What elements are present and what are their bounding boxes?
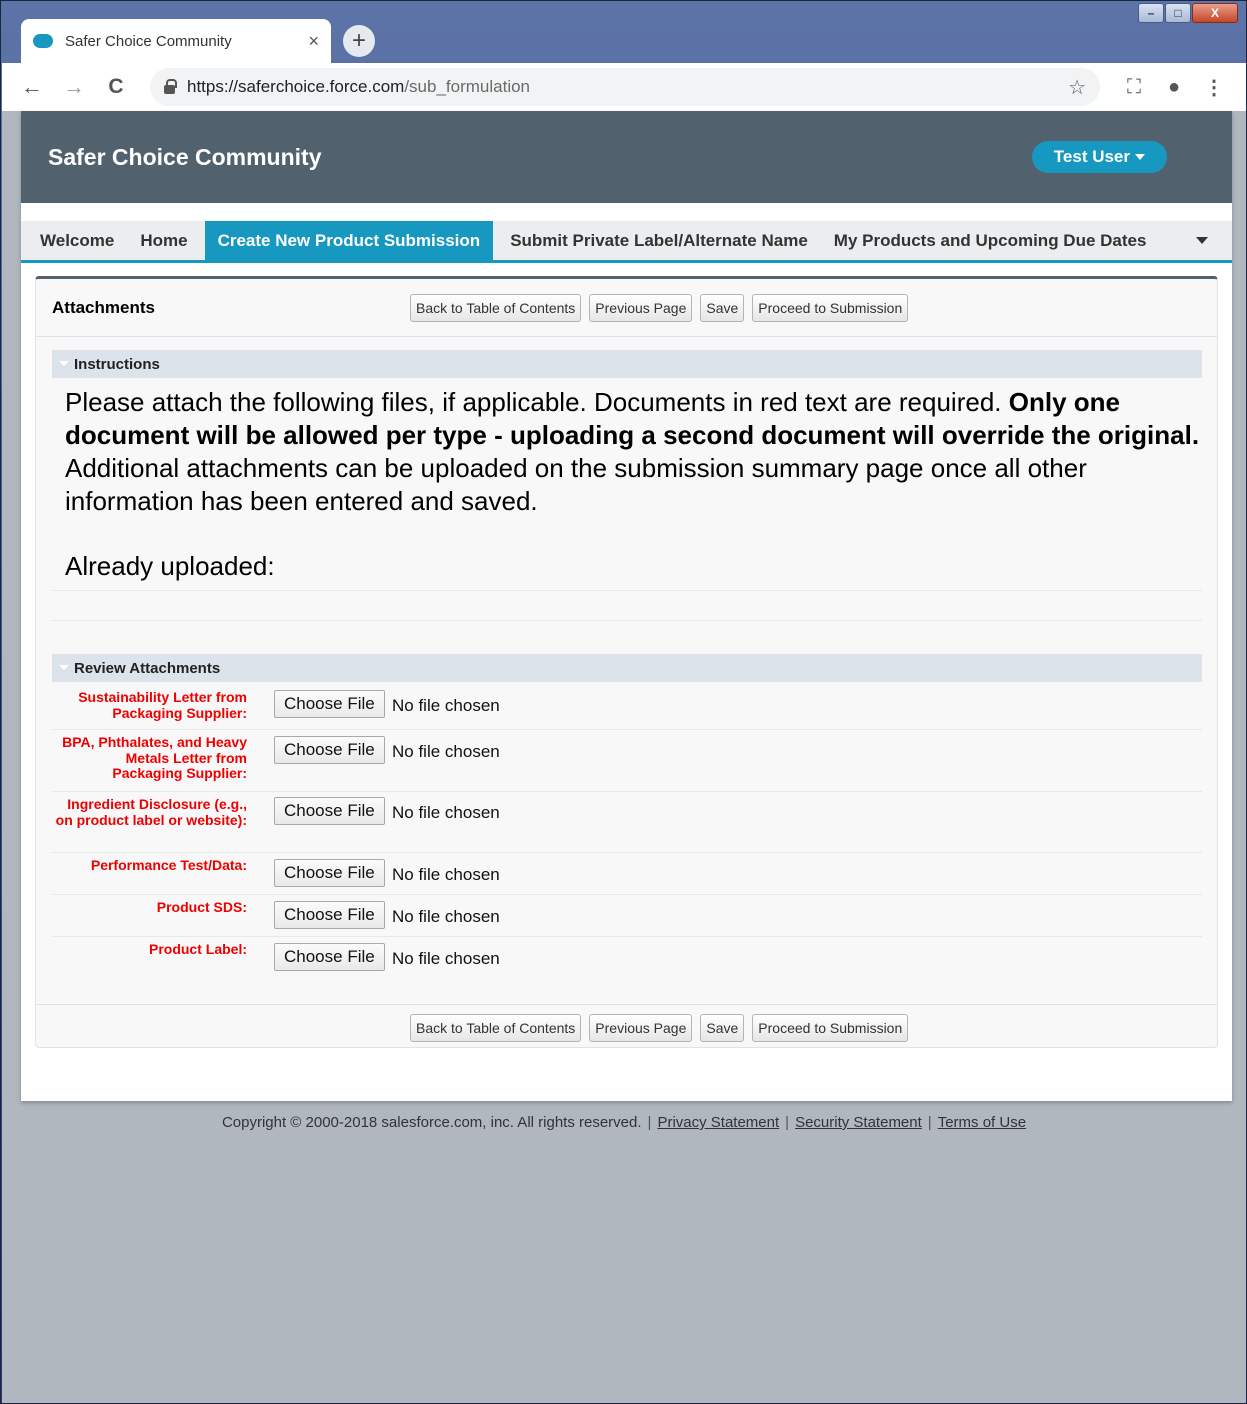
page-viewport: Safer Choice Community Test User Welcome… <box>2 111 1246 1403</box>
attachment-label: Ingredient Disclosure (e.g., on product … <box>55 796 247 828</box>
instructions-text: Please attach the following files, if ap… <box>65 386 1205 518</box>
close-window-button[interactable]: X <box>1192 3 1238 23</box>
attachment-row-sds: Product SDS: Choose File No file chosen <box>52 895 1202 937</box>
close-tab-icon[interactable]: × <box>308 31 319 52</box>
no-file-text: No file chosen <box>392 865 500 884</box>
separator: | <box>785 1114 790 1131</box>
already-uploaded-label: Already uploaded: <box>65 551 275 581</box>
attachment-row-label: Product Label: Choose File No file chose… <box>52 937 1202 979</box>
url-host: https://saferchoice.force.com <box>187 77 405 96</box>
review-attachments-header[interactable]: Review Attachments <box>52 654 1202 682</box>
maximize-button[interactable]: □ <box>1165 3 1191 23</box>
address-bar[interactable]: https://saferchoice.force.com/sub_formul… <box>150 68 1100 106</box>
previous-page-button[interactable]: Previous Page <box>589 293 693 322</box>
window-controls: – □ X <box>1137 3 1238 23</box>
browser-window: – □ X Safer Choice Community × + ← → C h… <box>0 0 1247 1404</box>
account-icon[interactable]: ● <box>1154 76 1194 99</box>
instructions-text-part1: Please attach the following files, if ap… <box>65 387 1009 417</box>
divider <box>52 620 1202 621</box>
no-file-text: No file chosen <box>392 907 500 926</box>
new-tab-button[interactable]: + <box>343 25 375 57</box>
save-button[interactable]: Save <box>700 1014 745 1042</box>
attachment-row-performance: Performance Test/Data: Choose File No fi… <box>52 853 1202 895</box>
instructions-heading: Instructions <box>74 355 160 373</box>
footer: Copyright © 2000-2018 salesforce.com, in… <box>2 1114 1246 1131</box>
menu-icon[interactable]: ⋮ <box>1194 75 1234 100</box>
lock-icon <box>164 78 177 94</box>
attachment-label: Product SDS: <box>156 899 247 915</box>
proceed-to-submission-button[interactable]: Proceed to Submission <box>752 293 909 322</box>
browser-tab[interactable]: Safer Choice Community × <box>21 19 331 63</box>
previous-page-button[interactable]: Previous Page <box>589 1014 693 1042</box>
salesforce-cloud-icon <box>33 34 55 48</box>
bottom-buttons: Back to Table of Contents Previous Page … <box>410 1014 916 1042</box>
proceed-to-submission-button[interactable]: Proceed to Submission <box>752 1014 909 1042</box>
forward-arrow-icon[interactable]: → <box>56 74 92 100</box>
back-arrow-icon[interactable]: ← <box>14 74 50 100</box>
back-to-toc-button[interactable]: Back to Table of Contents <box>410 1014 582 1042</box>
attachment-label: Sustainability Letter from Packaging Sup… <box>78 689 247 721</box>
attachment-label: Performance Test/Data: <box>90 857 247 873</box>
no-file-text: No file chosen <box>392 803 500 822</box>
community-app: Safer Choice Community Test User Welcome… <box>21 111 1232 1101</box>
copyright-text: Copyright © 2000-2018 salesforce.com, in… <box>221 1114 642 1131</box>
attachment-row-ingredient: Ingredient Disclosure (e.g., on product … <box>52 792 1202 853</box>
no-file-text: No file chosen <box>392 742 500 761</box>
user-menu-button[interactable]: Test User <box>1031 141 1167 173</box>
terms-of-use-link[interactable]: Terms of Use <box>938 1114 1026 1131</box>
brand-title: Safer Choice Community <box>48 143 322 170</box>
choose-file-button[interactable]: Choose File <box>274 859 385 887</box>
user-menu-label: Test User <box>1053 147 1130 166</box>
attachment-label: BPA, Phthalates, and Heavy Metals Letter… <box>62 734 247 781</box>
attachments-panel: Attachments Back to Table of Contents Pr… <box>35 276 1218 1048</box>
divider <box>52 590 1202 591</box>
attachment-row-sustainability: Sustainability Letter from Packaging Sup… <box>52 686 1202 730</box>
site-header: Safer Choice Community Test User <box>21 111 1232 203</box>
instructions-text-part2: Additional attachments can be uploaded o… <box>65 453 1087 516</box>
url-path: /sub_formulation <box>404 77 531 96</box>
bookmark-star-icon[interactable]: ☆ <box>1068 75 1086 100</box>
back-to-toc-button[interactable]: Back to Table of Contents <box>410 293 582 322</box>
tab-submit-private-label[interactable]: Submit Private Label/Alternate Name <box>497 221 821 260</box>
reload-icon[interactable]: C <box>98 75 134 99</box>
tab-title: Safer Choice Community <box>65 32 232 50</box>
privacy-statement-link[interactable]: Privacy Statement <box>657 1114 779 1131</box>
separator: | <box>927 1114 932 1131</box>
review-attachments-heading: Review Attachments <box>74 659 221 677</box>
tab-my-products[interactable]: My Products and Upcoming Due Dates <box>821 221 1160 260</box>
choose-file-button[interactable]: Choose File <box>274 690 385 718</box>
save-button[interactable]: Save <box>700 293 745 322</box>
tab-welcome[interactable]: Welcome <box>27 221 127 260</box>
bottom-button-bar: Back to Table of Contents Previous Page … <box>36 1004 1217 1050</box>
triangle-down-icon <box>1196 237 1208 244</box>
cast-icon[interactable]: ⛶ <box>1114 76 1154 99</box>
minimize-button[interactable]: – <box>1138 3 1164 23</box>
main-nav: Welcome Home Create New Product Submissi… <box>21 221 1232 263</box>
browser-toolbar: ← → C https://saferchoice.force.com/sub_… <box>2 63 1246 111</box>
attachment-row-bpa: BPA, Phthalates, and Heavy Metals Letter… <box>52 730 1202 792</box>
tab-create-new-product-submission[interactable]: Create New Product Submission <box>204 221 494 260</box>
more-tabs-button[interactable] <box>1172 221 1232 260</box>
choose-file-button[interactable]: Choose File <box>274 736 385 764</box>
security-statement-link[interactable]: Security Statement <box>795 1114 922 1131</box>
choose-file-button[interactable]: Choose File <box>274 797 385 825</box>
panel-header: Attachments Back to Table of Contents Pr… <box>36 279 1217 337</box>
page-title: Attachments <box>52 297 155 317</box>
choose-file-button[interactable]: Choose File <box>274 901 385 929</box>
tab-home[interactable]: Home <box>127 221 200 260</box>
attachment-label: Product Label: <box>148 941 247 957</box>
no-file-text: No file chosen <box>392 949 500 968</box>
caret-down-icon <box>1135 154 1145 160</box>
choose-file-button[interactable]: Choose File <box>274 943 385 971</box>
instructions-header[interactable]: Instructions <box>52 350 1202 378</box>
top-button-bar: Back to Table of Contents Previous Page … <box>410 293 916 322</box>
no-file-text: No file chosen <box>392 696 500 715</box>
separator: | <box>647 1114 652 1131</box>
